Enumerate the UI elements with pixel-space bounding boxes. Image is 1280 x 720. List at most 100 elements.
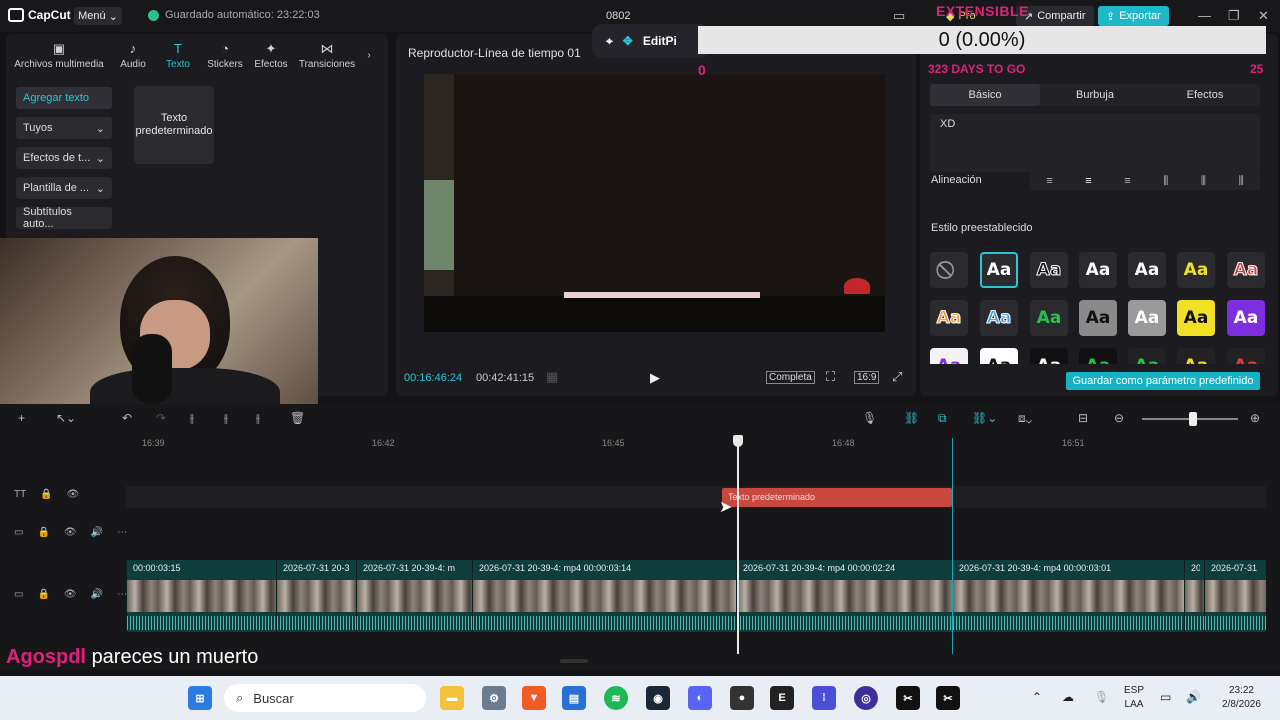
redo-icon[interactable]: ↷ (156, 411, 166, 425)
default-text-template[interactable]: Texto predeterminado (134, 86, 214, 164)
zoom-fit-icon[interactable]: ⛶ (826, 369, 835, 385)
tab-text[interactable]: T Texto (154, 36, 202, 74)
eye-icon[interactable]: 👁 (64, 589, 77, 600)
clock[interactable]: 23:22 2/8/2026 (1222, 684, 1261, 712)
eye-icon[interactable]: 👁 (67, 489, 80, 500)
save-preset-button[interactable]: Guardar como parámetro predefinido (1066, 372, 1260, 390)
video-clip[interactable]: 2026-07-31 20-39-4: mp4 00:00:03:14 (472, 560, 736, 632)
align-center-icon[interactable]: ≡ (1085, 175, 1091, 187)
taskbar-search[interactable]: ⌕ Buscar (224, 684, 426, 712)
playhead[interactable] (737, 438, 739, 654)
snap-icon[interactable]: ⛓⌄ (972, 411, 997, 425)
caption-icon[interactable]: ⊟ (1078, 411, 1088, 425)
preset-item[interactable]: Aa (1030, 252, 1068, 288)
preset-item[interactable]: Aa (1030, 348, 1068, 364)
preset-item[interactable]: Aa (1079, 348, 1117, 364)
brave-icon[interactable]: ▼ (522, 686, 546, 710)
preset-item[interactable]: Aa (980, 252, 1018, 288)
lock-icon[interactable]: 🔒 (37, 589, 49, 600)
preset-item[interactable]: Aa (980, 300, 1018, 336)
video-clip[interactable]: 202 (1184, 560, 1204, 632)
preset-item[interactable]: Aa (1227, 300, 1265, 336)
eye-icon[interactable]: 👁 (64, 527, 77, 538)
cloud-icon[interactable]: ☁ (1062, 690, 1074, 704)
preset-item[interactable]: Aa (930, 348, 968, 364)
preset-item[interactable]: Aa (1079, 300, 1117, 336)
video-clip[interactable]: 2026-07-31 (1204, 560, 1266, 632)
zoom-out-icon[interactable]: ⊖ (1114, 411, 1124, 425)
preset-item[interactable]: Aa (1227, 348, 1265, 364)
undo-icon[interactable]: ↶ (122, 411, 132, 425)
lock-icon[interactable]: 🔒 (40, 489, 52, 500)
sidebar-item-text-effects[interactable]: Efectos de t... ⌄ (16, 147, 112, 169)
tab-basic[interactable]: Básico (930, 84, 1040, 106)
tab-stickers[interactable]: ◔ Stickers (202, 36, 248, 74)
delete-icon[interactable]: 🗑 (290, 411, 305, 425)
preset-item[interactable]: Aa (1227, 252, 1265, 288)
maximize-icon[interactable]: ❐ (1228, 8, 1240, 24)
epic-games-icon[interactable]: E (770, 686, 794, 710)
preset-item[interactable]: Aa (1128, 252, 1166, 288)
timeline-scrollbar[interactable] (560, 659, 588, 663)
sidebar-item-template[interactable]: Plantilla de ... ⌄ (16, 177, 112, 199)
editpi-widget[interactable]: ⌖ ✥ EditPi (592, 24, 710, 58)
video-preview[interactable] (424, 74, 885, 332)
video-clip[interactable]: 2026-07-31 20-39-4: m (356, 560, 472, 632)
sidebar-item-yours[interactable]: Tuyos ⌄ (16, 117, 112, 139)
video-clip[interactable]: 00:00:03:15 (126, 560, 276, 632)
magnet-icon[interactable]: ⧉ (938, 411, 947, 426)
sidebar-item-add-text[interactable]: Agregar texto (16, 87, 112, 109)
file-explorer-icon[interactable]: ▬ (440, 686, 464, 710)
tab-bubble[interactable]: Burbuja (1040, 84, 1150, 106)
preset-item[interactable]: Aa (980, 348, 1018, 364)
sidebar-item-auto-subtitles[interactable]: Subtítulos auto... (16, 206, 112, 230)
align-bottom-icon[interactable]: ⫼ (1239, 175, 1244, 188)
split-right-icon[interactable]: ⫲ (256, 411, 260, 426)
project-name[interactable]: 0802 (606, 10, 630, 22)
layout-icon[interactable]: ▭ (893, 8, 905, 24)
split-icon[interactable]: ⫲ (190, 411, 194, 426)
more-tabs-icon[interactable]: › (360, 36, 378, 74)
speaker-icon[interactable]: 🔊 (91, 589, 103, 600)
preset-item[interactable]: Aa (1128, 348, 1166, 364)
volume-icon[interactable]: 🔊 (1186, 690, 1201, 704)
align-right-icon[interactable]: ≡ (1124, 175, 1130, 187)
align-middle-icon[interactable]: ⫼ (1201, 175, 1206, 188)
tray-chevron-icon[interactable]: ⌃ (1032, 690, 1042, 704)
playhead-handle[interactable] (733, 435, 743, 447)
preset-item[interactable]: Aa (1177, 348, 1215, 364)
preset-item[interactable]: Aa (1177, 300, 1215, 336)
windows-start-icon[interactable]: ⊞ (188, 686, 212, 710)
preset-item[interactable]: Aa (1128, 300, 1166, 336)
minimize-icon[interactable]: — (1198, 8, 1211, 23)
speaker-icon[interactable]: 🔊 (91, 527, 103, 538)
tab-effects-inspector[interactable]: Efectos (1150, 84, 1260, 106)
obs-icon[interactable]: ● (730, 686, 754, 710)
network-icon[interactable]: ▭ (1160, 690, 1171, 704)
fullscreen-icon[interactable]: ⤢ (892, 369, 902, 385)
preset-item[interactable]: Aa (1030, 300, 1068, 336)
menu-button[interactable]: Menú ⌄ (74, 7, 122, 25)
discord-icon[interactable]: ◐ (688, 686, 712, 710)
capcut-active-icon[interactable]: ✂ (936, 686, 960, 710)
tab-media[interactable]: ▣ Archivos multimedia (6, 36, 112, 74)
steam-icon[interactable]: ◉ (646, 686, 670, 710)
preset-none-icon[interactable]: ⃠ (930, 252, 968, 288)
spotify-icon[interactable]: ≋ (604, 686, 628, 710)
close-icon[interactable]: ✕ (1258, 8, 1269, 24)
zoom-slider-handle[interactable] (1189, 412, 1197, 426)
text-clip[interactable]: Texto predeterminado (722, 488, 952, 507)
video-clip[interactable]: 2026-07-31 20-3 (276, 560, 356, 632)
ratio-selector[interactable]: 16:9 (854, 371, 880, 384)
apps-icon[interactable]: ⁞ (812, 686, 836, 710)
lock-icon[interactable]: 🔒 (37, 527, 49, 538)
grid-icon[interactable]: ▦ (546, 369, 558, 385)
mic-tray-icon[interactable]: 🎙 (1094, 690, 1109, 704)
add-icon[interactable]: + (18, 411, 25, 425)
tab-effects[interactable]: ✦ Efectos (248, 36, 294, 74)
link-icon[interactable]: ⛓ (904, 411, 919, 425)
quality-selector[interactable]: Completa (766, 371, 815, 384)
record-mic-icon[interactable]: 🎙 (862, 411, 877, 425)
align-top-icon[interactable]: ⫼ (1163, 175, 1168, 188)
text-content-field[interactable]: XD (930, 114, 1260, 172)
